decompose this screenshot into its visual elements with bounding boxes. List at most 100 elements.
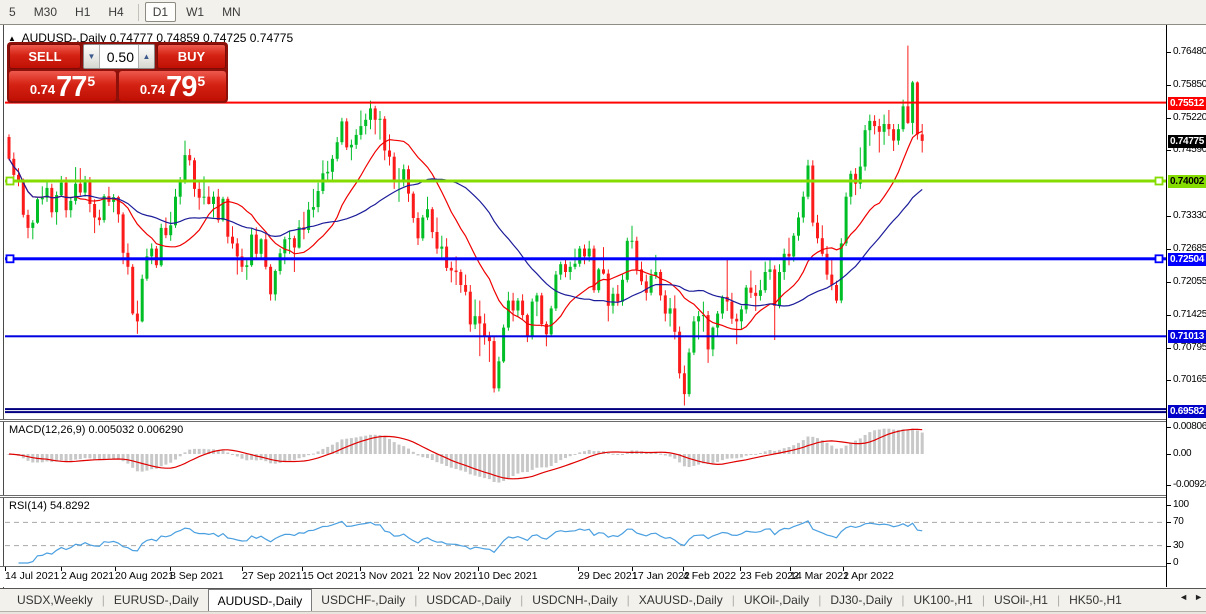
date-axis-label: 29 Dec 2021 (578, 570, 638, 582)
axis-tick-mark (1167, 150, 1171, 152)
timeframe-toolbar: 5 M30 H1 H4 D1 W1 MN (0, 0, 1206, 25)
sell-button[interactable]: SELL (9, 44, 81, 69)
tab-eurusd-daily[interactable]: EURUSD-,Daily (105, 589, 208, 611)
toolbar-separator (137, 3, 139, 21)
tab-dj30-daily[interactable]: DJ30-,Daily (821, 589, 901, 611)
rsi-axis-label: 70 (1173, 516, 1184, 528)
tab-usdcad-daily[interactable]: USDCAD-,Daily (417, 589, 520, 611)
axis-price-badge: 0.71013 (1168, 330, 1206, 344)
tab-usdcnh-daily[interactable]: USDCNH-,Daily (523, 589, 626, 611)
volume-increase-button[interactable]: ▲ (138, 45, 154, 68)
tab-hk50-h1[interactable]: HK50-,H1 (1060, 589, 1131, 611)
one-click-trade-panel: SELL ▼ ▲ BUY 0.74 77 5 0.74 79 5 (7, 42, 228, 103)
axis-tick-mark (1167, 522, 1171, 524)
macd-label: MACD(12,26,9) 0.005032 0.006290 (9, 424, 184, 436)
timeframe-button-d1[interactable]: D1 (144, 2, 177, 22)
buy-button[interactable]: BUY (157, 44, 226, 69)
date-axis-label: 14 Jul 2021 (5, 570, 60, 582)
price-axis-label: 0.71425 (1173, 308, 1206, 320)
date-axis-label: 1 Apr 2022 (843, 570, 894, 582)
timeframe-button-h1[interactable]: H1 (67, 2, 98, 22)
tab-ukoil-daily[interactable]: UKOil-,Daily (735, 589, 818, 611)
rsi-canvas[interactable] (5, 498, 1166, 566)
date-axis-label: 14 Mar 2022 (790, 570, 849, 582)
axis-tick-mark (1167, 454, 1171, 455)
volume-decrease-button[interactable]: ▼ (84, 45, 100, 68)
date-axis-label: 2 Aug 2021 (61, 570, 115, 582)
timeframe-button-h4[interactable]: H4 (100, 2, 131, 22)
axis-tick-mark (1167, 52, 1171, 54)
tab-usoil-h1[interactable]: USOil-,H1 (985, 589, 1057, 611)
chart-tab-bar: USDX,Weekly | EURUSD-,Daily AUDUSD-,Daily US… (0, 588, 1206, 611)
sell-price-big: 77 (56, 71, 87, 103)
sell-price-prefix: 0.74 (29, 82, 56, 97)
axis-tick-mark (1167, 427, 1171, 429)
tab-uk100-h1[interactable]: UK100-,H1 (904, 589, 981, 611)
date-axis-label: 27 Sep 2021 (242, 570, 302, 582)
axis-tick-mark (1167, 85, 1171, 87)
trading-platform-window: 5 M30 H1 H4 D1 W1 MN ▲ AUDUSD-,Daily 0.74777 0… (0, 0, 1206, 614)
date-axis-label: 20 Aug 2021 (115, 570, 174, 582)
axis-price-badge: 0.74002 (1168, 175, 1206, 188)
main-macd-splitter[interactable] (0, 419, 1206, 422)
tab-scroll-left-icon[interactable]: ◄ (1179, 592, 1188, 602)
axis-tick-mark (1167, 347, 1171, 349)
timeframe-button-mn[interactable]: MN (214, 2, 249, 22)
date-axis-label: 17 Jan 2022 (632, 570, 690, 582)
rsi-dateaxis-separator (0, 566, 1206, 567)
buy-price-display[interactable]: 0.74 79 5 (119, 71, 226, 103)
timeframe-button-w1[interactable]: W1 (178, 2, 212, 22)
volume-input[interactable] (100, 45, 138, 68)
sell-price-sup: 5 (87, 73, 96, 89)
price-axis-label: 0.72055 (1173, 276, 1206, 288)
price-axis[interactable]: 0.76480 0.75850 0.75220 0.74590 0.73330 0.726… (1166, 25, 1206, 587)
chart-window-left-border (3, 25, 4, 588)
tab-usdchf-daily[interactable]: USDCHF-,Daily (312, 589, 414, 611)
axis-tick-mark (1167, 563, 1171, 564)
rsi-axis-label: 100 (1173, 499, 1189, 510)
price-axis-label: 0.75220 (1173, 111, 1206, 123)
timeframe-button-m30[interactable]: M30 (26, 2, 65, 22)
buy-price-prefix: 0.74 (139, 82, 166, 97)
axis-tick-mark (1167, 380, 1171, 382)
date-axis-label: 15 Oct 2021 (302, 570, 360, 582)
buy-price-big: 79 (166, 71, 197, 103)
axis-tick-mark (1167, 249, 1171, 251)
date-axis-label: 10 Dec 2021 (478, 570, 538, 582)
axis-tick-mark (1167, 485, 1171, 487)
date-axis-label: 8 Sep 2021 (170, 570, 224, 582)
axis-tick-mark (1167, 282, 1171, 284)
axis-price-badge: 0.74775 (1168, 134, 1206, 148)
rsi-axis-label: 30 (1173, 539, 1184, 551)
macd-axis-label: -0.009285 (1173, 479, 1206, 491)
date-axis[interactable]: 14 Jul 2021 2 Aug 2021 20 Aug 2021 8 Sep 20… (0, 567, 1166, 587)
macd-axis-label: 0.00 (1173, 448, 1192, 459)
date-axis-label: 22 Nov 2021 (418, 570, 478, 582)
tab-scroll-right-icon[interactable]: ► (1194, 592, 1203, 602)
macd-axis-label: 0.008063 (1173, 421, 1206, 433)
axis-tick-mark (1167, 545, 1171, 547)
tab-scroll-arrows: ◄ ► (1179, 592, 1203, 602)
date-axis-label: 3 Nov 2021 (360, 570, 414, 582)
price-axis-label: 0.75850 (1173, 79, 1206, 91)
macd-rsi-splitter[interactable] (0, 495, 1206, 498)
rsi-label: RSI(14) 54.8292 (9, 500, 90, 512)
axis-tick-mark (1167, 215, 1171, 217)
timeframe-button-5[interactable]: 5 (1, 2, 24, 22)
price-axis-label: 0.73330 (1173, 209, 1206, 221)
rsi-axis-label: 0 (1173, 557, 1179, 568)
axis-tick-mark (1167, 314, 1171, 316)
tab-usdx-weekly[interactable]: USDX,Weekly (8, 589, 102, 611)
tab-xauusd-daily[interactable]: XAUUSD-,Daily (630, 589, 732, 611)
axis-tick-mark (1167, 117, 1171, 119)
axis-price-badge: 0.69582 (1168, 404, 1206, 418)
date-axis-label: 4 Feb 2022 (683, 570, 737, 582)
sell-price-display[interactable]: 0.74 77 5 (9, 71, 116, 103)
buy-price-sup: 5 (197, 73, 206, 89)
axis-tick-mark (1167, 505, 1171, 506)
tab-audusd-daily[interactable]: AUDUSD-,Daily (207, 589, 313, 611)
axis-price-badge: 0.75512 (1168, 96, 1206, 110)
volume-stepper: ▼ ▲ (83, 44, 155, 69)
price-axis-label: 0.76480 (1173, 46, 1206, 58)
axis-price-badge: 0.72504 (1168, 252, 1206, 266)
